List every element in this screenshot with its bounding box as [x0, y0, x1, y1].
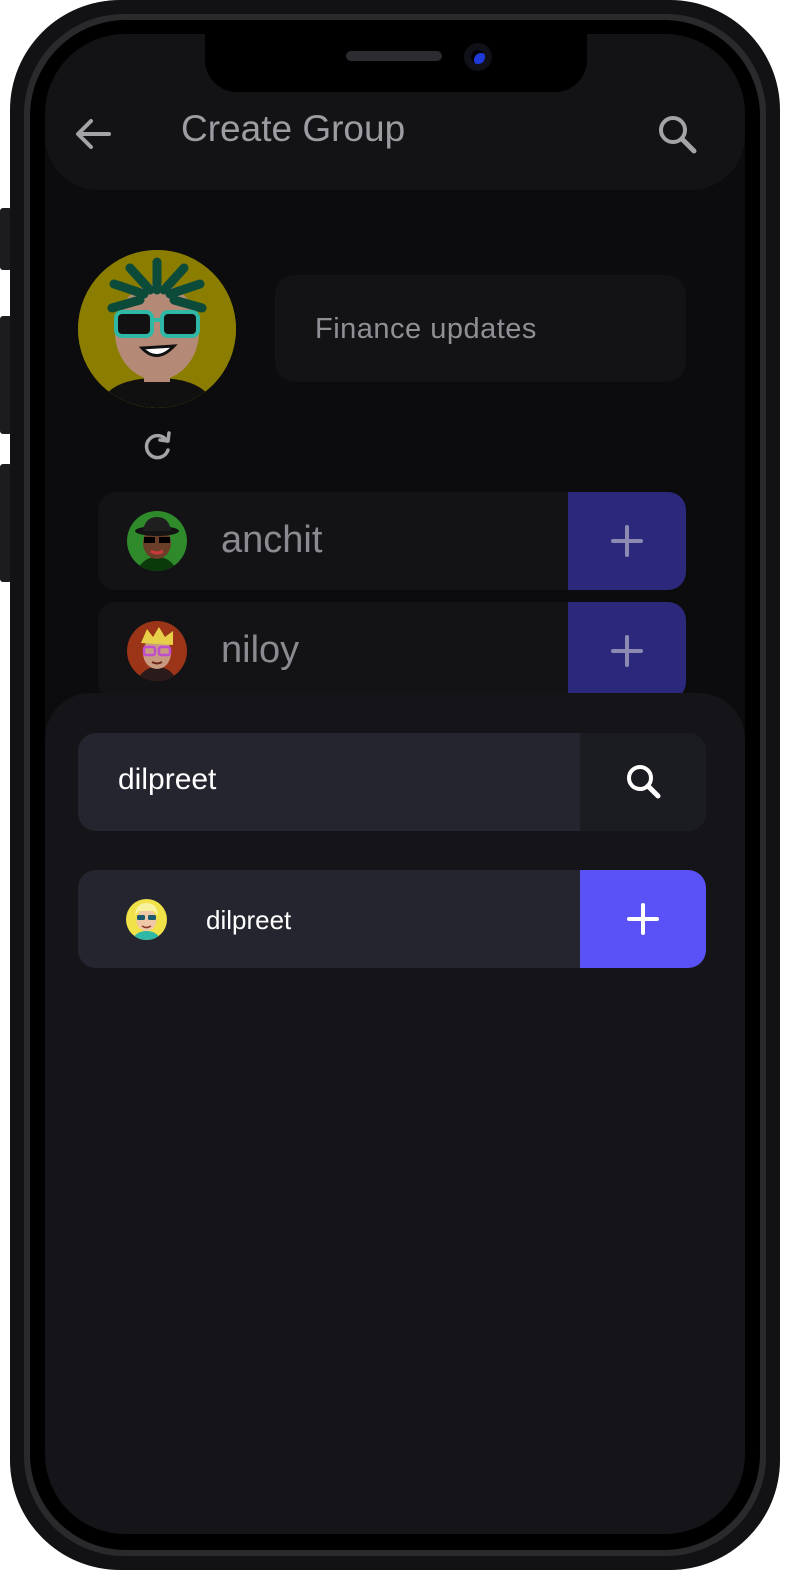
plus-icon — [627, 903, 659, 935]
back-button[interactable] — [71, 112, 115, 156]
screen: Create Group Finance updates anchit nilo… — [45, 34, 745, 1534]
arrow-left-icon — [76, 119, 111, 149]
avatar-yellow-sunglasses-icon — [126, 899, 167, 940]
search-icon — [627, 765, 661, 799]
avatar-hat-sunglasses-icon — [127, 511, 187, 571]
group-avatar[interactable] — [78, 250, 236, 408]
page-title: Create Group — [181, 108, 406, 149]
result-avatar — [126, 899, 167, 940]
plus-icon — [611, 525, 643, 557]
avatar-dreadlocks-sunglasses-icon — [78, 250, 236, 408]
search-query: dilpreet — [118, 763, 217, 796]
refresh-icon — [144, 431, 171, 460]
search-button[interactable] — [655, 112, 699, 156]
group-name-input[interactable]: Finance updates — [275, 275, 686, 382]
notch — [205, 34, 587, 92]
member-row: niloy — [98, 602, 686, 700]
add-members-sheet: dilpreet dilpreet — [45, 693, 745, 1534]
member-row: anchit — [98, 492, 686, 590]
group-name-value: Finance updates — [315, 313, 537, 345]
member-search-input[interactable]: dilpreet — [78, 733, 706, 831]
member-name: anchit — [221, 519, 323, 561]
member-name: niloy — [221, 629, 300, 671]
plus-icon — [611, 635, 643, 667]
add-result-button[interactable] — [580, 870, 706, 968]
refresh-avatar-button[interactable] — [140, 429, 174, 463]
add-member-button[interactable] — [568, 492, 686, 590]
search-icon — [659, 116, 697, 154]
member-avatar — [127, 621, 187, 681]
member-avatar — [127, 511, 187, 571]
avatar-blonde-glasses-icon — [127, 621, 187, 681]
speaker-grille — [346, 51, 442, 61]
front-camera — [464, 43, 492, 71]
add-member-button[interactable] — [568, 602, 686, 700]
search-result-row: dilpreet — [78, 870, 706, 968]
search-submit-button[interactable] — [580, 733, 706, 831]
result-name: dilpreet — [206, 905, 292, 935]
